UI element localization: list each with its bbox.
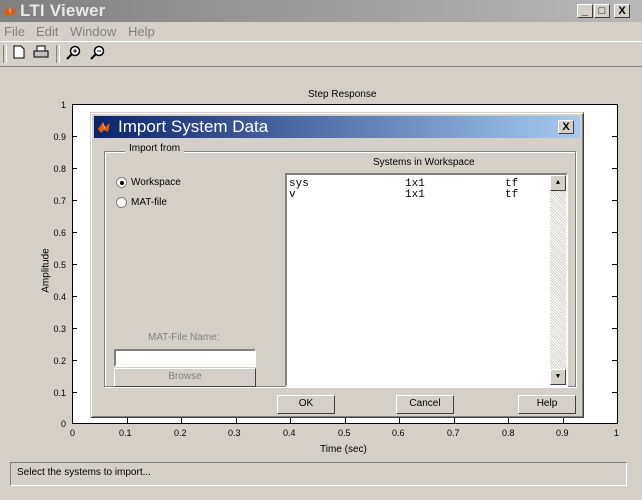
radio-selected-dot: [120, 181, 124, 185]
y-tickmark: [72, 328, 77, 329]
toolbar: [0, 41, 642, 67]
y-tickmark: [72, 168, 77, 169]
y-tickmark: [612, 328, 617, 329]
radio-workspace-label[interactable]: Workspace: [131, 177, 181, 188]
window-titlebar: LTI Viewer _ □ X: [0, 0, 642, 22]
print-icon[interactable]: [32, 45, 50, 63]
systems-list-header: Systems in Workspace: [373, 157, 475, 168]
x-tickmark: [454, 418, 455, 423]
matlab-logo-icon: [4, 6, 16, 17]
x-tickmark: [236, 418, 237, 423]
cancel-button[interactable]: Cancel: [396, 395, 454, 414]
scroll-down-button[interactable]: ▼: [550, 369, 566, 385]
y-tickmark: [612, 200, 617, 201]
menu-edit[interactable]: Edit: [36, 24, 58, 39]
y-tickmark: [612, 168, 617, 169]
y-tickmark: [72, 200, 77, 201]
y-tick-label: 0.6: [53, 228, 66, 238]
ok-button[interactable]: OK: [277, 395, 335, 414]
maximize-button[interactable]: □: [594, 4, 610, 18]
menu-file[interactable]: File: [4, 24, 25, 39]
toolbar-separator: [56, 45, 60, 63]
y-tick-label: 0.7: [53, 196, 66, 206]
x-tick-label: 0: [70, 428, 76, 438]
dialog-titlebar: Import System Data X: [94, 116, 580, 138]
x-tickmark: [508, 418, 509, 423]
list-item[interactable]: v 1x1 tf: [289, 189, 549, 201]
toolbar-grip: [3, 45, 7, 63]
x-tick-label: 0.4: [283, 428, 296, 438]
y-tickmark: [612, 392, 617, 393]
radio-matfile-label[interactable]: MAT-file: [131, 197, 167, 208]
browse-button[interactable]: Browse: [114, 368, 256, 387]
new-document-icon[interactable]: [10, 45, 28, 63]
matlab-logo-icon: [98, 122, 110, 133]
menubar: File Edit Window Help: [0, 22, 642, 40]
matfile-name-input[interactable]: [114, 349, 256, 367]
x-tickmark: [563, 418, 564, 423]
menu-help[interactable]: Help: [128, 24, 155, 39]
y-tickmark: [612, 360, 617, 361]
y-tick-label: 0.2: [53, 356, 66, 366]
y-tick-label: 0.8: [53, 164, 66, 174]
radio-workspace[interactable]: [116, 177, 127, 188]
y-tickmark: [72, 136, 77, 137]
y-tick-label: 0.4: [53, 292, 66, 302]
x-tickmark: [127, 418, 128, 423]
y-tickmark: [72, 232, 77, 233]
x-tick-label: 0.1: [119, 428, 132, 438]
x-axis-label: Time (sec): [320, 444, 367, 455]
close-button[interactable]: X: [614, 4, 630, 18]
plot-title: Step Response: [308, 89, 377, 100]
radio-matfile[interactable]: [116, 197, 127, 208]
x-tick-label: 0.5: [338, 428, 351, 438]
y-tickmark: [612, 136, 617, 137]
dialog-close-button[interactable]: X: [558, 120, 574, 134]
y-tick-label: 0: [60, 419, 66, 429]
window-title: LTI Viewer: [20, 1, 106, 20]
y-tick-label: 0.1: [53, 388, 66, 398]
y-tick-label: 0.9: [53, 132, 66, 142]
x-tick-label: 0.2: [174, 428, 187, 438]
x-tickmark: [399, 418, 400, 423]
x-tick-label: 0.8: [502, 428, 515, 438]
help-button[interactable]: Help: [518, 395, 576, 414]
matfile-name-label: MAT-File Name:: [148, 332, 220, 343]
scroll-up-button[interactable]: ▲: [550, 175, 566, 191]
x-tickmark: [290, 418, 291, 423]
minimize-button[interactable]: _: [577, 4, 593, 18]
y-tick-label: 0.3: [53, 324, 66, 334]
y-tickmark: [612, 264, 617, 265]
y-tickmark: [72, 296, 77, 297]
system-type: tf: [505, 189, 519, 201]
x-tick-label: 0.6: [392, 428, 405, 438]
y-tick-label: 0.5: [53, 260, 66, 270]
y-axis-label: Amplitude: [40, 248, 52, 293]
system-name: v: [289, 189, 296, 201]
y-tickmark: [612, 232, 617, 233]
dialog-title: Import System Data: [118, 117, 269, 136]
zoom-out-icon[interactable]: [88, 45, 106, 63]
status-bar: Select the systems to import...: [10, 462, 627, 486]
import-system-dialog: Import System Data X Import from Workspa…: [90, 112, 584, 418]
y-tickmark: [72, 360, 77, 361]
x-tickmark: [345, 418, 346, 423]
y-tick-label: 1: [60, 100, 66, 110]
zoom-in-icon[interactable]: [64, 45, 82, 63]
x-tick-label: 1: [614, 428, 620, 438]
y-tickmark: [612, 296, 617, 297]
x-tick-label: 0.9: [556, 428, 569, 438]
menu-window[interactable]: Window: [70, 24, 116, 39]
y-tickmark: [72, 392, 77, 393]
x-tick-label: 0.7: [447, 428, 460, 438]
x-tick-label: 0.3: [228, 428, 241, 438]
listbox-scrollbar[interactable]: ▲ ▼: [550, 175, 566, 385]
y-tickmark: [72, 264, 77, 265]
import-from-label: Import from: [125, 143, 185, 154]
status-text: Select the systems to import...: [17, 467, 151, 478]
systems-listbox[interactable]: sys 1x1 tf v 1x1 tf ▲ ▼: [285, 173, 568, 387]
x-tickmark: [181, 418, 182, 423]
system-size: 1x1: [405, 189, 425, 201]
